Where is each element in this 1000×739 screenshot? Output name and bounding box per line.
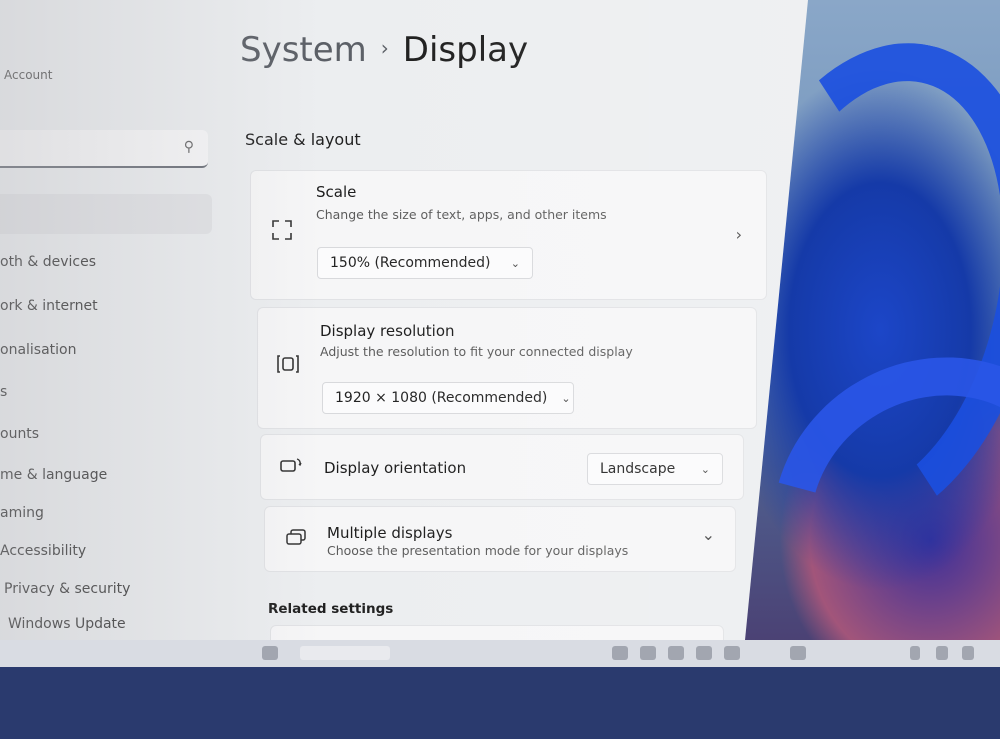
search-icon[interactable]: ⚲ bbox=[184, 139, 194, 155]
scale-title: Scale bbox=[316, 183, 357, 201]
account-label: Account bbox=[4, 68, 53, 82]
scale-value: 150% (Recommended) bbox=[330, 255, 491, 271]
multiple-displays-icon bbox=[285, 527, 309, 552]
resolution-icon bbox=[276, 354, 300, 379]
multiple-displays-title: Multiple displays bbox=[327, 524, 453, 542]
sidebar-item-personalisation[interactable]: onalisation bbox=[0, 342, 77, 358]
taskbar-app-icon[interactable] bbox=[724, 646, 740, 660]
sidebar-item-time-language[interactable]: me & language bbox=[0, 467, 107, 483]
chevron-down-icon: ⌄ bbox=[700, 462, 710, 476]
chevron-down-icon: ⌄ bbox=[561, 391, 571, 405]
search-input[interactable]: ⚲ bbox=[0, 130, 208, 168]
taskbar-app-icon[interactable] bbox=[696, 646, 712, 660]
sidebar-item-accessibility[interactable]: Accessibility bbox=[0, 543, 86, 559]
settings-window: Account ⚲ oth & devices ork & internet o… bbox=[0, 0, 808, 640]
scale-dropdown[interactable]: 150% (Recommended) ⌄ bbox=[317, 247, 533, 279]
sidebar-item-system[interactable] bbox=[0, 194, 212, 234]
orientation-icon bbox=[279, 455, 303, 480]
taskbar-app-icon[interactable] bbox=[790, 646, 806, 660]
multiple-displays-card[interactable]: Multiple displays Choose the presentatio… bbox=[264, 506, 736, 572]
section-scale-layout: Scale & layout bbox=[245, 130, 361, 149]
breadcrumb-separator: › bbox=[380, 36, 389, 60]
chevron-up-icon[interactable] bbox=[910, 646, 920, 660]
chevron-down-icon[interactable]: ⌄ bbox=[702, 525, 715, 544]
sidebar-item-privacy[interactable]: Privacy & security bbox=[4, 581, 130, 597]
scale-card[interactable]: Scale Change the size of text, apps, and… bbox=[250, 170, 767, 300]
resolution-description: Adjust the resolution to fit your connec… bbox=[320, 344, 633, 359]
taskbar-search-icon[interactable] bbox=[300, 646, 390, 660]
sidebar: Account ⚲ oth & devices ork & internet o… bbox=[0, 0, 230, 640]
sidebar-item-apps[interactable]: s bbox=[0, 384, 7, 400]
multiple-displays-description: Choose the presentation mode for your di… bbox=[327, 543, 629, 558]
chevron-down-icon: ⌄ bbox=[510, 256, 520, 270]
resolution-title: Display resolution bbox=[320, 322, 455, 340]
network-icon[interactable] bbox=[936, 646, 948, 660]
taskbar-app-icon[interactable] bbox=[262, 646, 278, 660]
orientation-value: Landscape bbox=[600, 461, 676, 477]
section-related-settings: Related settings bbox=[268, 601, 394, 617]
taskbar bbox=[0, 640, 1000, 667]
orientation-dropdown[interactable]: Landscape ⌄ bbox=[587, 453, 723, 485]
chevron-right-icon[interactable]: › bbox=[736, 225, 742, 244]
orientation-card: Display orientation Landscape ⌄ bbox=[260, 434, 744, 500]
sidebar-item-network[interactable]: ork & internet bbox=[0, 298, 98, 314]
sidebar-item-accounts[interactable]: ounts bbox=[0, 426, 39, 442]
scale-description: Change the size of text, apps, and other… bbox=[316, 207, 607, 222]
resolution-card: Display resolution Adjust the resolution… bbox=[257, 307, 757, 429]
taskbar-app-icon[interactable] bbox=[612, 646, 628, 660]
volume-icon[interactable] bbox=[962, 646, 974, 660]
taskbar-app-icon[interactable] bbox=[668, 646, 684, 660]
sidebar-item-gaming[interactable]: aming bbox=[0, 505, 44, 521]
breadcrumb: System › Display bbox=[240, 30, 528, 70]
resolution-value: 1920 × 1080 (Recommended) bbox=[335, 390, 548, 406]
sidebar-item-bluetooth[interactable]: oth & devices bbox=[0, 254, 96, 270]
orientation-title: Display orientation bbox=[324, 459, 467, 477]
scale-icon bbox=[271, 219, 293, 246]
resolution-dropdown[interactable]: 1920 × 1080 (Recommended) ⌄ bbox=[322, 382, 574, 414]
taskbar-app-icon[interactable] bbox=[640, 646, 656, 660]
sidebar-item-windows-update[interactable]: Windows Update bbox=[8, 616, 126, 632]
breadcrumb-parent[interactable]: System bbox=[240, 30, 367, 70]
page-title: Display bbox=[402, 30, 529, 70]
